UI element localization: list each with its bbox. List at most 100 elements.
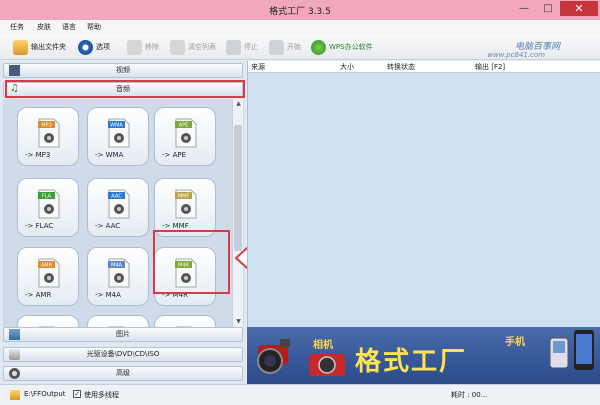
clear-list-button[interactable]: 清空列表	[170, 38, 216, 56]
audio-file-icon: AMR	[38, 258, 60, 288]
minimize-button[interactable]: —	[512, 1, 536, 16]
format-tile-label: -> AAC	[95, 222, 121, 230]
image-icon	[9, 329, 20, 340]
audio-file-icon: MMF	[175, 189, 197, 219]
col-size[interactable]: 大小	[340, 61, 354, 73]
wps-icon	[311, 39, 326, 55]
options-label: 选项	[96, 43, 110, 51]
menu-help[interactable]: 帮助	[87, 22, 101, 32]
audio-highlight-box	[5, 80, 245, 98]
output-folder-icon	[10, 390, 20, 400]
start-button[interactable]: 开始	[269, 38, 301, 56]
svg-text:MP3: MP3	[41, 123, 52, 129]
format-tile-mmf[interactable]: MMF -> MMF	[154, 178, 216, 237]
audio-file-icon: M4A	[108, 258, 130, 288]
section-image-label: 图片	[116, 330, 130, 338]
menu-language[interactable]: 语言	[62, 22, 76, 32]
col-source[interactable]: 来源	[251, 61, 265, 73]
format-tile-label: -> AMR	[25, 291, 52, 299]
task-list[interactable]: 来源 大小 转换状态 输出 [F2]	[247, 61, 600, 327]
wps-label: WPS办公软件	[329, 43, 373, 51]
task-list-header	[248, 61, 600, 73]
remove-icon	[127, 39, 142, 55]
menu-bar: 任务 皮肤 语言 帮助	[0, 20, 600, 34]
close-button[interactable]: ✕	[560, 1, 598, 16]
banner-brand: 格式工厂	[355, 347, 468, 377]
section-rom-label: 光驱设备\DVD\CD\ISO	[86, 350, 160, 358]
remove-button[interactable]: 移除	[127, 38, 159, 56]
section-advanced-label: 高级	[116, 369, 130, 377]
toolbar: 输出文件夹 选项 移除 清空列表 停止 开始 WPS办公软件 电脑百事网 www…	[0, 34, 600, 60]
menu-skin[interactable]: 皮肤	[37, 22, 51, 32]
clear-list-icon	[170, 39, 185, 55]
remove-label: 移除	[145, 43, 159, 51]
format-tile-mp3[interactable]: MP3 -> MP3	[17, 107, 79, 166]
col-status[interactable]: 转换状态	[387, 61, 415, 73]
scroll-up-icon[interactable]: ▲	[233, 99, 244, 109]
scroll-thumb[interactable]	[234, 125, 242, 251]
format-tile-label: -> MMF	[162, 222, 189, 230]
format-tile-fla[interactable]: FLA -> FLAC	[17, 178, 79, 237]
stop-button[interactable]: 停止	[226, 38, 258, 56]
window-title: 格式工厂 3.3.5	[269, 7, 331, 17]
multithread-checkbox[interactable]: ✓	[73, 390, 81, 398]
output-path[interactable]: E:\FFOutput	[24, 390, 66, 398]
scroll-down-icon[interactable]: ▼	[233, 317, 244, 327]
scrollbar[interactable]: ▲ ▼	[232, 99, 243, 327]
audio-file-icon: FLA	[38, 189, 60, 219]
svg-text:APE: APE	[179, 123, 189, 129]
audio-file-icon: APE	[175, 118, 197, 148]
section-advanced[interactable]: 高级	[3, 366, 243, 381]
section-video[interactable]: 视频	[3, 63, 243, 78]
status-bar: E:\FFOutput ✓ 使用多线程 耗时 : 00...	[0, 384, 600, 405]
feature-phone-icon	[549, 337, 569, 369]
svg-text:WMA: WMA	[110, 123, 123, 129]
output-folder-button[interactable]: 输出文件夹	[13, 38, 66, 56]
format-tile-label: -> WMA	[95, 151, 124, 159]
multithread-label: 使用多线程	[84, 391, 119, 399]
digital-camera-icon	[309, 354, 345, 376]
drive-icon	[9, 349, 20, 360]
format-tile-label: -> FLAC	[25, 222, 54, 230]
format-tile-wma[interactable]: WMA -> WMA	[87, 107, 149, 166]
format-tile-label: -> M4A	[95, 291, 121, 299]
banner-phone-label: 手机	[505, 337, 525, 348]
folder-icon	[13, 39, 28, 55]
title-bar: 格式工厂 3.3.5 — □ ✕	[0, 0, 600, 20]
audio-file-icon: MP3	[38, 118, 60, 148]
svg-text:AMR: AMR	[41, 263, 53, 269]
elapsed-time: 耗时 : 00...	[451, 391, 488, 399]
audio-file-icon: AAC	[108, 189, 130, 219]
stop-icon	[226, 39, 241, 55]
format-tile-item-9[interactable]	[17, 315, 79, 327]
format-tile-amr[interactable]: AMR -> AMR	[17, 247, 79, 306]
format-tile-label: -> MP3	[25, 151, 51, 159]
start-label: 开始	[287, 43, 301, 51]
video-icon	[9, 65, 20, 76]
svg-text:M4A: M4A	[111, 263, 122, 269]
m4r-highlight-box	[153, 230, 230, 294]
format-tile-ape[interactable]: APE -> APE	[154, 107, 216, 166]
format-tile-wav[interactable]: WAV	[87, 315, 149, 327]
options-icon	[78, 39, 93, 55]
format-tile-wv[interactable]: WV	[154, 315, 216, 327]
svg-text:FLA: FLA	[42, 194, 52, 200]
menu-task[interactable]: 任务	[10, 22, 24, 32]
svg-text:AAC: AAC	[111, 194, 122, 200]
col-output[interactable]: 输出 [F2]	[475, 61, 505, 73]
smartphone-icon	[574, 330, 594, 370]
video-camera-icon	[257, 339, 290, 374]
banner-camera-label: 相机	[313, 340, 333, 351]
wps-office-button[interactable]: WPS办公软件	[311, 38, 373, 56]
section-image[interactable]: 图片	[3, 327, 243, 342]
maximize-button[interactable]: □	[536, 1, 560, 16]
svg-text:MMF: MMF	[178, 194, 190, 200]
format-tile-m4a[interactable]: M4A -> M4A	[87, 247, 149, 306]
audio-file-icon: WMA	[108, 118, 130, 148]
format-tile-label: -> APE	[162, 151, 187, 159]
clear-list-label: 清空列表	[188, 43, 216, 51]
gear-icon	[9, 368, 20, 379]
options-button[interactable]: 选项	[78, 38, 110, 56]
format-tile-aac[interactable]: AAC -> AAC	[87, 178, 149, 237]
section-rom[interactable]: 光驱设备\DVD\CD\ISO	[3, 347, 243, 362]
